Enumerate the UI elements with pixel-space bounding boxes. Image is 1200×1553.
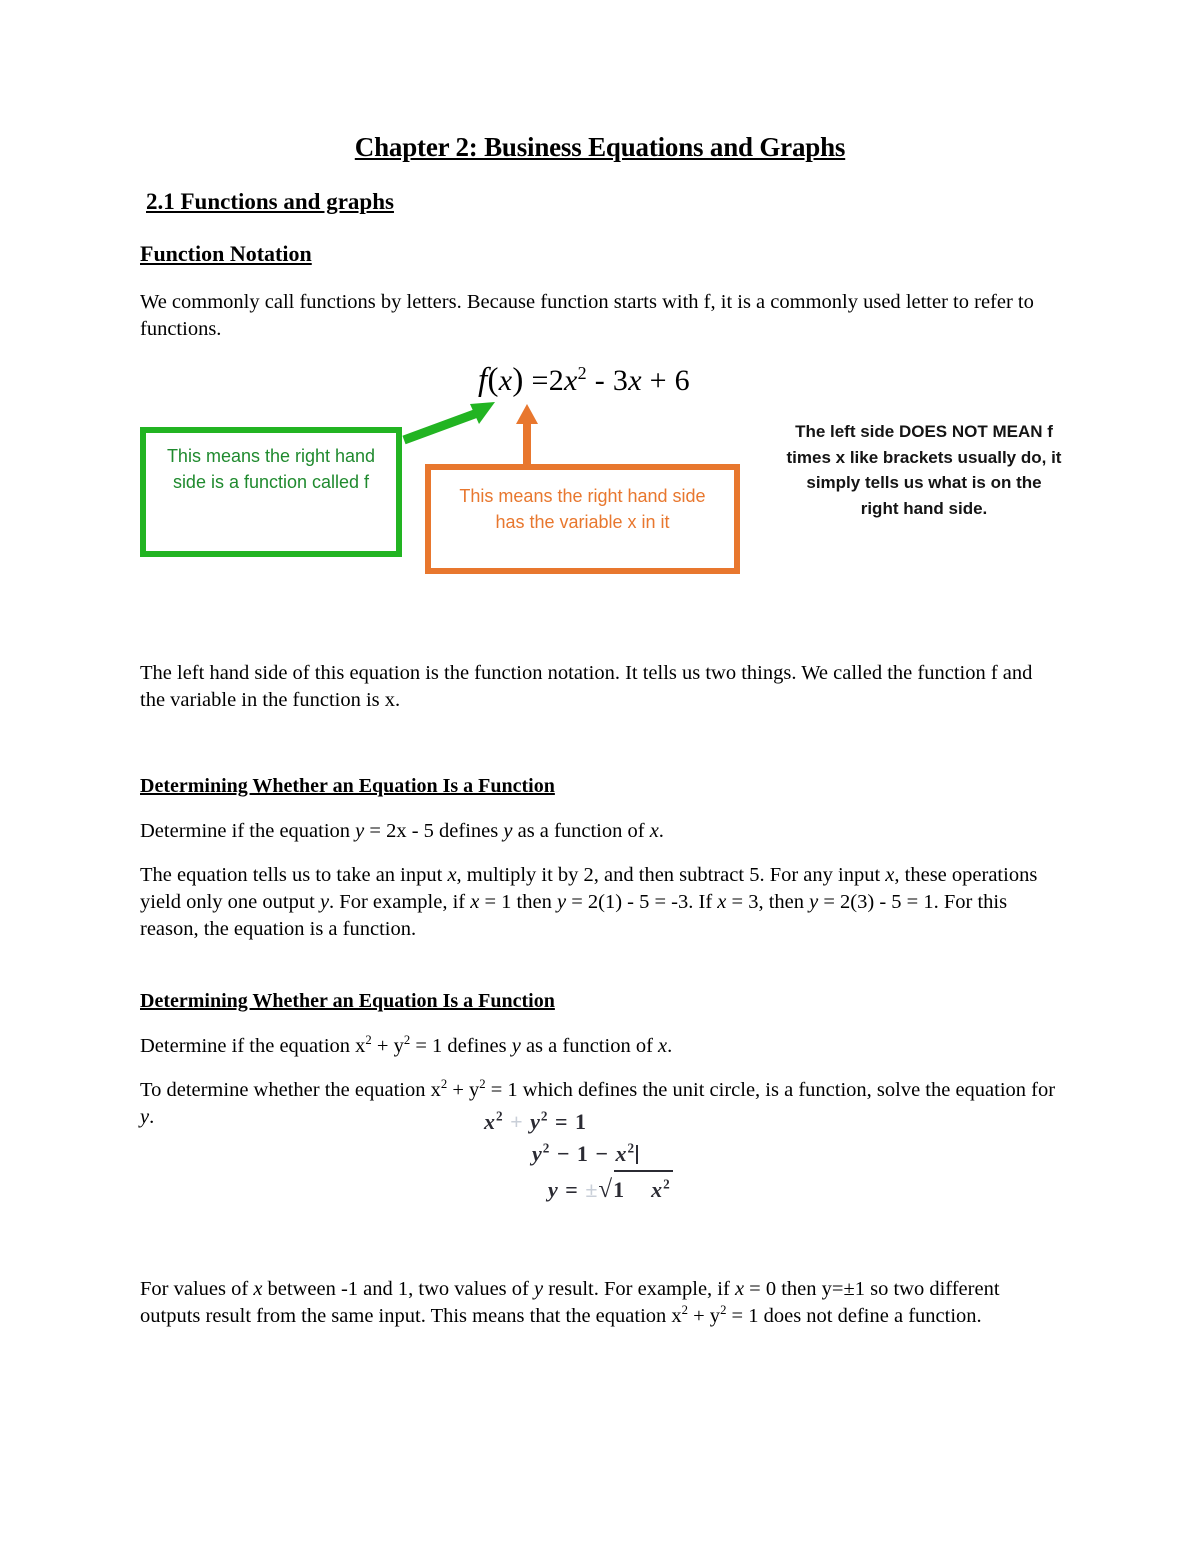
d3-x: x <box>651 1176 664 1202</box>
document-page: Chapter 2: Business Equations and Graphs… <box>0 0 1200 1553</box>
gap-2 <box>140 960 1060 990</box>
d3-lhs: y <box>548 1176 559 1202</box>
d2-lhs: y <box>532 1140 543 1166</box>
equation-term1-variable: x <box>564 364 578 397</box>
display-equation-function-notation: f(x) =2x2 - 3x + 6 <box>478 362 690 399</box>
equation-close-paren: ) <box>512 362 524 398</box>
d3-plusminus: ± <box>585 1176 599 1202</box>
callout-green-line-2: side is a function called f <box>172 471 370 492</box>
note-line-4: right hand side. <box>860 498 988 518</box>
callout-orange-line-1: This means the right hand side <box>459 486 706 506</box>
d2-equals: − <box>556 1140 571 1166</box>
equation-term1-exponent: 2 <box>577 363 587 383</box>
subheading-determining-function-1: Determining Whether an Equation Is a Fun… <box>140 774 555 797</box>
equation-open-paren: ( <box>487 362 499 398</box>
d3-radical-group: √1 x2 <box>598 1169 673 1208</box>
d3-radical-sign: √ <box>598 1175 614 1203</box>
equation-variable: x <box>498 364 513 397</box>
equation-term3: + 6 <box>649 364 690 397</box>
paragraph-function-letters: We commonly call functions by letters. B… <box>140 289 1060 343</box>
d2-x: x <box>615 1140 628 1166</box>
d3-equals: = <box>565 1176 579 1202</box>
text-caret <box>636 1144 639 1164</box>
prompt-linear-equation: Determine if the equation y = 2x - 5 def… <box>140 819 664 842</box>
d1-rhs: y <box>530 1109 541 1134</box>
conclusion-not-a-function: For values of x between -1 and 1, two va… <box>140 1278 1000 1328</box>
note-line-2: times x like brackets usually do, it <box>786 447 1062 467</box>
callout-orange-variable: This means the right hand side has the v… <box>425 464 740 574</box>
subheading-determining-function-2: Determining Whether an Equation Is a Fun… <box>140 990 555 1013</box>
derivation-line-1: x2 + y2 = 1 <box>470 1106 770 1138</box>
derivation-line-3: y = ± √1 x2 <box>470 1169 770 1208</box>
callout-green-line-1: This means the right hand <box>166 446 376 466</box>
derivation-math-block: x2 + y2 = 1 y2 − 1 − x2 y = ± √1 x2 <box>470 1106 770 1208</box>
equation-equals: = <box>531 364 549 397</box>
paragraph-lhs-explanation: The left hand side of this equation is t… <box>140 661 1033 711</box>
subheading-function-notation: Function Notation <box>140 241 312 267</box>
d1-equals: = <box>555 1109 569 1134</box>
d1-lhs: x <box>484 1109 496 1134</box>
radical-vinculum <box>614 1169 673 1172</box>
equation-term1-coefficient: 2 <box>548 364 565 397</box>
d1-value: 1 <box>575 1109 588 1134</box>
prompt-unit-circle: Determine if the equation x2 + y2 = 1 de… <box>140 1033 673 1058</box>
d2-lhs-exp: 2 <box>542 1140 551 1156</box>
d3-x-exp: 2 <box>663 1176 671 1192</box>
section-heading-2-1: 2.1 Functions and graphs <box>146 189 394 215</box>
d2-minus: − <box>595 1140 609 1166</box>
note-line-1: The left side DOES NOT MEAN f <box>795 422 1053 441</box>
d2-x-exp: 2 <box>627 1140 636 1156</box>
explanation-linear-equation: The equation tells us to take an input x… <box>140 864 1038 941</box>
callout-green-function-name: This means the right hand side is a func… <box>140 427 402 557</box>
gap-1 <box>140 731 1060 775</box>
derivation-line-2: y2 − 1 − x2 <box>470 1138 770 1170</box>
intro-line-1: We commonly call functions by letters. B… <box>140 290 901 313</box>
page-title: Chapter 2: Business Equations and Graphs <box>354 132 846 162</box>
note-left-side-meaning: The left side DOES NOT MEAN f times x li… <box>776 419 1072 521</box>
d1-rhs-exp: 2 <box>540 1108 549 1124</box>
d2-one: 1 <box>576 1140 589 1166</box>
d3-one: 1 <box>613 1176 626 1202</box>
callout-orange-line-2: has the variable x in it <box>495 511 670 532</box>
d1-operator: + <box>510 1109 524 1134</box>
note-line-3: simply tells us what is on the <box>806 473 1042 492</box>
equation-term2: - 3x <box>594 364 642 397</box>
d1-lhs-exp: 2 <box>496 1108 504 1124</box>
